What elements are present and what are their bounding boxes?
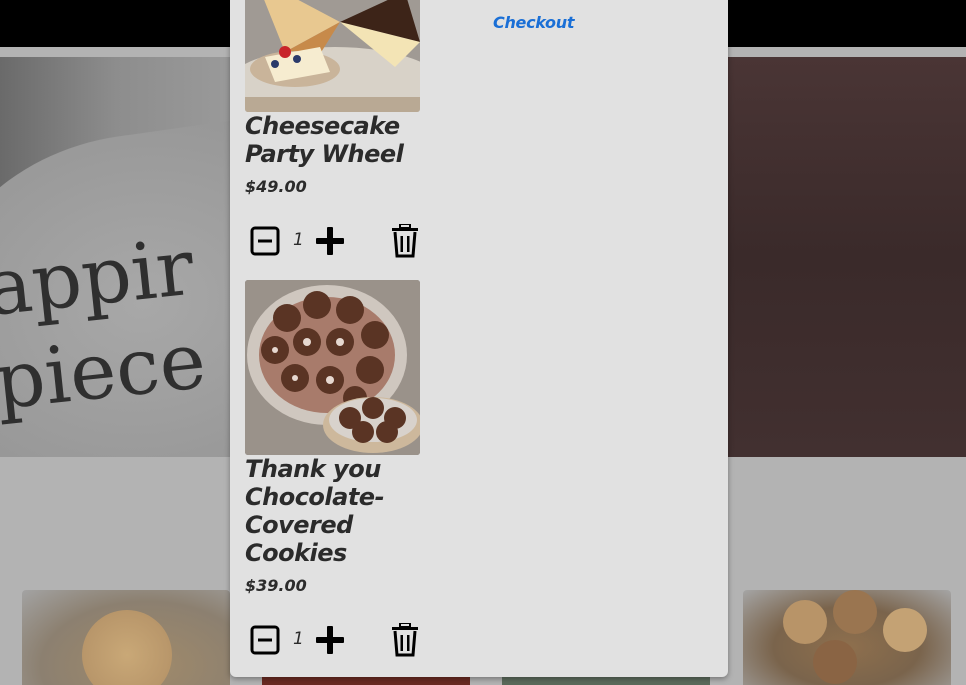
quantity-controls: 1	[245, 623, 420, 659]
cart-item: Thank you Chocolate-Covered Cookies $39.…	[245, 280, 420, 659]
plus-icon[interactable]	[315, 226, 345, 256]
chocolate-cookies-image[interactable]	[245, 280, 420, 455]
quantity-value: 1	[293, 629, 304, 649]
item-price: $49.00	[245, 177, 307, 196]
product-tile-cookie-tray[interactable]	[743, 590, 951, 685]
item-name: Thank you Chocolate-Covered Cookies	[245, 455, 385, 567]
trash-icon[interactable]	[390, 224, 420, 258]
trash-icon[interactable]	[390, 623, 420, 657]
hero-glass-shape	[706, 57, 966, 457]
item-name: Cheesecake Party Wheel	[245, 112, 404, 168]
product-tile-macarons[interactable]	[22, 590, 230, 685]
cart-item: Cheesecake Party Wheel $49.00 1	[245, 0, 420, 260]
quantity-value: 1	[293, 230, 304, 250]
cart-panel: Checkout Cheesecake Party Wheel $49.00 1	[230, 0, 728, 677]
minus-square-icon[interactable]	[250, 226, 280, 256]
quantity-controls: 1	[245, 224, 420, 260]
cheesecake-image[interactable]	[245, 0, 420, 112]
item-price: $39.00	[245, 576, 307, 595]
minus-square-icon[interactable]	[250, 625, 280, 655]
checkout-link[interactable]: Checkout	[493, 13, 574, 32]
plus-icon[interactable]	[315, 625, 345, 655]
hero-cake-writing-graphic: appir piece	[0, 222, 210, 428]
